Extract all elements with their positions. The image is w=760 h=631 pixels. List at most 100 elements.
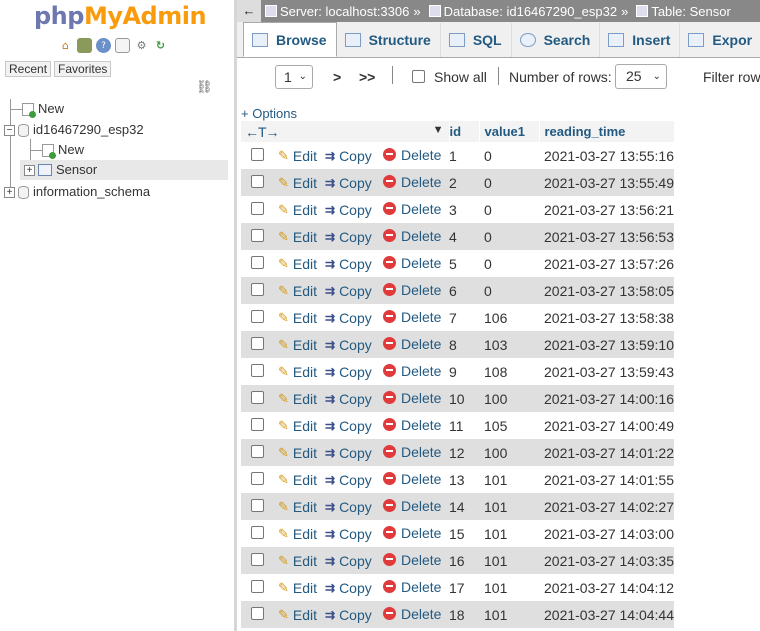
tree-new-database[interactable]: New: [22, 99, 64, 119]
edit-link[interactable]: ✎ Edit: [278, 418, 317, 434]
tab-structure[interactable]: Structure: [337, 23, 441, 57]
help-icon[interactable]: ?: [96, 38, 111, 53]
edit-link[interactable]: ✎ Edit: [278, 607, 317, 623]
row-checkbox[interactable]: [251, 147, 264, 161]
copy-link[interactable]: ⇉ Copy: [325, 310, 372, 326]
edit-link[interactable]: ✎ Edit: [278, 526, 317, 542]
row-checkbox[interactable]: [251, 498, 264, 512]
number-of-rows-select[interactable]: 25 ⌄: [615, 64, 667, 89]
row-checkbox[interactable]: [251, 444, 264, 458]
delete-link[interactable]: Delete: [383, 201, 441, 217]
edit-link[interactable]: ✎ Edit: [278, 391, 317, 407]
row-checkbox[interactable]: [251, 552, 264, 566]
delete-link[interactable]: Delete: [383, 525, 441, 541]
delete-link[interactable]: Delete: [383, 228, 441, 244]
breadcrumb-table[interactable]: Table: Sensor: [636, 4, 731, 19]
row-checkbox[interactable]: [251, 525, 264, 539]
delete-link[interactable]: Delete: [383, 147, 441, 163]
edit-link[interactable]: ✎ Edit: [278, 202, 317, 218]
copy-link[interactable]: ⇉ Copy: [325, 418, 372, 434]
copy-link[interactable]: ⇉ Copy: [325, 391, 372, 407]
row-checkbox[interactable]: [251, 606, 264, 620]
show-all-checkbox[interactable]: [412, 70, 425, 83]
collapse-nav-icon[interactable]: ←: [237, 0, 261, 22]
tab-browse[interactable]: Browse: [243, 22, 337, 57]
edit-link[interactable]: ✎ Edit: [278, 229, 317, 245]
collapse-icon[interactable]: −: [4, 124, 15, 136]
expand-icon[interactable]: +: [4, 186, 15, 198]
tab-insert[interactable]: Insert: [600, 23, 681, 57]
expand-icon[interactable]: +: [24, 164, 35, 176]
delete-link[interactable]: Delete: [383, 174, 441, 190]
link-icon[interactable]: ⛓: [196, 80, 213, 95]
last-page-button[interactable]: >>: [359, 69, 375, 85]
edit-link[interactable]: ✎ Edit: [278, 148, 317, 164]
delete-link[interactable]: Delete: [383, 390, 441, 406]
copy-link[interactable]: ⇉ Copy: [325, 445, 372, 461]
delete-link[interactable]: Delete: [383, 471, 441, 487]
delete-link[interactable]: Delete: [383, 444, 441, 460]
edit-link[interactable]: ✎ Edit: [278, 499, 317, 515]
delete-link[interactable]: Delete: [383, 552, 441, 568]
tab-sql[interactable]: SQL: [441, 23, 512, 57]
delete-link[interactable]: Delete: [383, 336, 441, 352]
column-visibility-arrows-icon[interactable]: ←T→: [245, 124, 280, 140]
edit-link[interactable]: ✎ Edit: [278, 364, 317, 380]
edit-link[interactable]: ✎ Edit: [278, 310, 317, 326]
copy-link[interactable]: ⇉ Copy: [325, 175, 372, 191]
copy-link[interactable]: ⇉ Copy: [325, 229, 372, 245]
breadcrumb-server[interactable]: Server: localhost:3306: [265, 4, 409, 19]
edit-link[interactable]: ✎ Edit: [278, 445, 317, 461]
copy-link[interactable]: ⇉ Copy: [325, 337, 372, 353]
phpmyadmin-logo[interactable]: phpMyAdmin: [34, 2, 207, 30]
breadcrumb-database[interactable]: Database: id16467290_esp32: [428, 4, 617, 19]
page-select[interactable]: 1 ⌄: [275, 65, 313, 89]
settings-icon[interactable]: ⚙: [134, 38, 149, 53]
copy-link[interactable]: ⇉ Copy: [325, 499, 372, 515]
copy-link[interactable]: ⇉ Copy: [325, 607, 372, 623]
copy-link[interactable]: ⇉ Copy: [325, 580, 372, 596]
exit-icon[interactable]: [77, 38, 92, 53]
row-checkbox[interactable]: [251, 282, 264, 296]
edit-link[interactable]: ✎ Edit: [278, 256, 317, 272]
delete-link[interactable]: Delete: [383, 579, 441, 595]
recent-tab[interactable]: Recent: [5, 61, 52, 77]
row-checkbox[interactable]: [251, 228, 264, 242]
copy-link[interactable]: ⇉ Copy: [325, 148, 372, 164]
tree-new-table[interactable]: New: [42, 140, 84, 160]
next-page-button[interactable]: >: [333, 69, 341, 85]
delete-link[interactable]: Delete: [383, 282, 441, 298]
delete-link[interactable]: Delete: [383, 363, 441, 379]
row-checkbox[interactable]: [251, 579, 264, 593]
delete-link[interactable]: Delete: [383, 417, 441, 433]
tree-database-id16467290-esp32[interactable]: − id16467290_esp32: [4, 120, 144, 140]
copy-link[interactable]: ⇉ Copy: [325, 472, 372, 488]
delete-link[interactable]: Delete: [383, 255, 441, 271]
row-checkbox[interactable]: [251, 255, 264, 269]
row-checkbox[interactable]: [251, 471, 264, 485]
tab-search[interactable]: Search: [512, 23, 601, 57]
copy-link[interactable]: ⇉ Copy: [325, 202, 372, 218]
copy-link[interactable]: ⇉ Copy: [325, 526, 372, 542]
favorites-tab[interactable]: Favorites: [54, 61, 112, 77]
copy-link[interactable]: ⇉ Copy: [325, 364, 372, 380]
header-value1[interactable]: value1: [479, 121, 540, 142]
header-reading-time[interactable]: reading_time: [539, 121, 675, 142]
edit-link[interactable]: ✎ Edit: [278, 283, 317, 299]
row-checkbox[interactable]: [251, 309, 264, 323]
delete-link[interactable]: Delete: [383, 309, 441, 325]
copy-link[interactable]: ⇉ Copy: [325, 283, 372, 299]
tree-table-sensor[interactable]: + Sensor: [20, 160, 228, 180]
tree-database-information-schema[interactable]: + information_schema: [4, 182, 150, 202]
edit-link[interactable]: ✎ Edit: [278, 472, 317, 488]
delete-link[interactable]: Delete: [383, 606, 441, 622]
delete-link[interactable]: Delete: [383, 498, 441, 514]
copy-link[interactable]: ⇉ Copy: [325, 553, 372, 569]
row-checkbox[interactable]: [251, 417, 264, 431]
edit-link[interactable]: ✎ Edit: [278, 580, 317, 596]
row-checkbox[interactable]: [251, 336, 264, 350]
column-dropdown-icon[interactable]: ▼: [433, 124, 444, 136]
edit-link[interactable]: ✎ Edit: [278, 175, 317, 191]
header-id[interactable]: id: [449, 121, 480, 142]
copy-link[interactable]: ⇉ Copy: [325, 256, 372, 272]
